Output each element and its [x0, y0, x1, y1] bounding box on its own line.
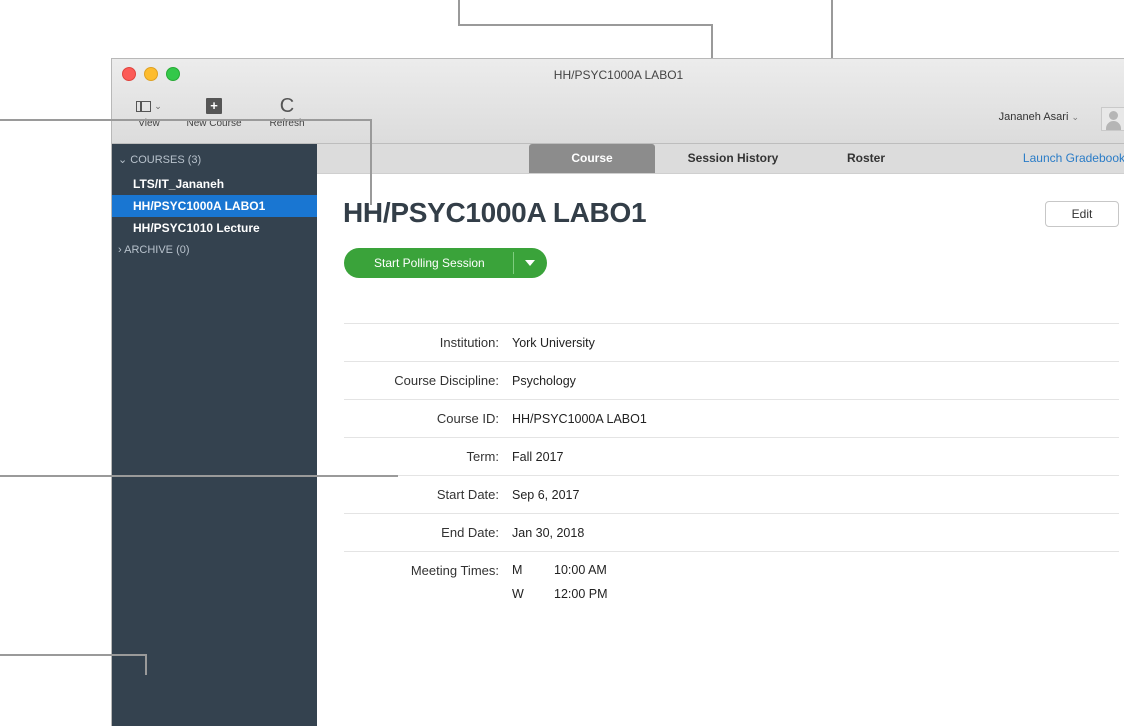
courses-header-label: COURSES (3) — [130, 154, 202, 166]
start-polling-button[interactable]: Start Polling Session — [344, 248, 513, 278]
detail-row-meeting-times: Meeting Times: M 10:00 AM W 12:00 PM — [344, 551, 1119, 611]
sidebar-item-label: HH/PSYC1000A LABO1 — [133, 199, 266, 213]
chevron-down-icon: ⌄ — [118, 154, 128, 166]
course-details: Institution: York University Course Disc… — [344, 323, 1119, 611]
detail-value: HH/PSYC1000A LABO1 — [512, 411, 647, 426]
chevron-right-icon: › — [118, 244, 122, 256]
detail-value: Jan 30, 2018 — [512, 525, 585, 540]
callout-line — [0, 119, 372, 121]
detail-label: Term: — [466, 449, 500, 464]
view-button[interactable]: ⌄ View — [124, 95, 174, 129]
course-content: HH/PSYC1000A LABO1 Edit Start Polling Se… — [317, 174, 1124, 726]
sidebar-item-label: LTS/IT_Jananeh — [133, 177, 225, 191]
sidebar-archive-header[interactable]: › ARCHIVE (0) — [112, 239, 317, 262]
callout-line — [370, 119, 372, 205]
callout-line — [145, 654, 147, 675]
meeting-time-value: 12:00 PM — [554, 587, 608, 601]
meeting-time-value: 10:00 AM — [554, 563, 607, 577]
new-course-button[interactable]: + New Course — [179, 95, 249, 129]
chevron-down-icon: ⌄ — [154, 100, 162, 111]
edit-button[interactable]: Edit — [1045, 201, 1119, 227]
detail-row-start-date: Start Date: Sep 6, 2017 — [344, 475, 1119, 513]
new-course-icon: + — [206, 98, 222, 114]
meeting-time: W 12:00 PM — [512, 587, 608, 611]
polling-options-dropdown[interactable] — [514, 248, 547, 278]
detail-label: Course Discipline: — [394, 373, 499, 388]
titlebar: HH/PSYC1000A LABO1 ⌄ View + New Course C… — [112, 59, 1124, 144]
meeting-times-list: M 10:00 AM W 12:00 PM — [512, 563, 608, 611]
page-title: HH/PSYC1000A LABO1 — [343, 197, 647, 228]
meeting-day: M — [512, 563, 523, 577]
sidebar-courses-header[interactable]: ⌄ COURSES (3) — [112, 144, 317, 171]
meeting-time: M 10:00 AM — [512, 563, 608, 587]
sidebar-item-psyc1000a-labo1[interactable]: HH/PSYC1000A LABO1 — [112, 195, 317, 217]
tab-course[interactable]: Course — [529, 144, 655, 173]
sidebar-item-label: HH/PSYC1010 Lecture — [133, 221, 260, 235]
callout-line — [0, 475, 398, 477]
detail-value: Fall 2017 — [512, 449, 564, 464]
tab-bar: Course Session History Roster Launch Gra… — [317, 144, 1124, 174]
user-menu[interactable]: Jananeh Asari ⌄ — [999, 111, 1079, 123]
callout-line — [0, 654, 147, 656]
launch-gradebook-link[interactable]: Launch Gradebook — [1023, 144, 1124, 173]
detail-value: York University — [512, 335, 595, 350]
callout-line — [458, 24, 713, 26]
detail-label: Course ID: — [436, 411, 499, 426]
meeting-day: W — [512, 587, 524, 601]
start-polling-split-button: Start Polling Session — [344, 248, 547, 278]
detail-row-discipline: Course Discipline: Psychology — [344, 361, 1119, 399]
detail-row-institution: Institution: York University — [344, 323, 1119, 361]
callout-line — [458, 0, 460, 26]
refresh-button[interactable]: C Refresh — [262, 95, 312, 129]
detail-label: End Date: — [441, 525, 499, 540]
detail-value: Psychology — [512, 373, 576, 388]
sidebar-item-psyc1010-lecture[interactable]: HH/PSYC1010 Lecture — [112, 217, 317, 239]
archive-header-label: ARCHIVE (0) — [124, 244, 190, 256]
detail-label: Meeting Times: — [410, 563, 499, 578]
detail-row-course-id: Course ID: HH/PSYC1000A LABO1 — [344, 399, 1119, 437]
detail-row-end-date: End Date: Jan 30, 2018 — [344, 513, 1119, 551]
avatar[interactable] — [1101, 107, 1124, 131]
window-title: HH/PSYC1000A LABO1 — [553, 68, 684, 82]
tab-session-history[interactable]: Session History — [667, 144, 799, 173]
caret-down-icon — [525, 260, 536, 266]
sidebar-toggle-icon — [136, 100, 152, 112]
detail-value: Sep 6, 2017 — [512, 487, 580, 502]
chevron-down-icon: ⌄ — [1071, 112, 1079, 122]
refresh-icon: C — [279, 95, 295, 117]
sidebar-item-lts-it-jananeh[interactable]: LTS/IT_Jananeh — [112, 173, 317, 195]
detail-row-term: Term: Fall 2017 — [344, 437, 1119, 475]
detail-label: Start Date: — [436, 487, 499, 502]
user-name: Jananeh Asari — [998, 111, 1069, 123]
detail-label: Institution: — [439, 335, 499, 350]
app-window: HH/PSYC1000A LABO1 ⌄ View + New Course C… — [111, 58, 1124, 726]
tab-roster[interactable]: Roster — [817, 144, 915, 173]
sidebar: ⌄ COURSES (3) LTS/IT_Jananeh HH/PSYC1000… — [112, 144, 317, 726]
